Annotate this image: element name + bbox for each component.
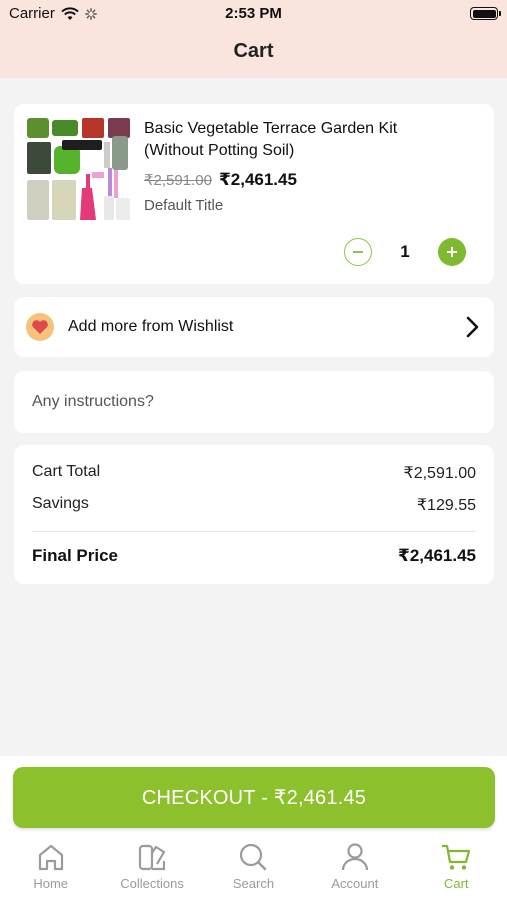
savings-row: Savings ₹129.55: [32, 495, 476, 515]
collections-icon: [138, 844, 166, 871]
original-price: ₹2,591.00: [144, 172, 212, 189]
summary-divider: [32, 531, 476, 532]
final-price-row: Final Price ₹2,461.45: [32, 546, 476, 566]
checkout-button[interactable]: CHECKOUT - ₹2,461.45: [13, 767, 495, 828]
current-price: ₹2,461.45: [218, 170, 297, 189]
cart-icon: [442, 844, 471, 870]
add-from-wishlist-row[interactable]: Add more from Wishlist: [14, 297, 494, 357]
battery-icon: [470, 7, 501, 20]
tab-collections[interactable]: Collections: [101, 840, 202, 900]
tab-cart-label: Cart: [443, 876, 469, 891]
heart-icon: [26, 313, 54, 341]
cart-total-value: ₹2,591.00: [403, 465, 476, 482]
savings-label: Savings: [32, 495, 89, 512]
chevron-right-icon: [466, 316, 479, 338]
wishlist-label: Add more from Wishlist: [68, 318, 234, 335]
home-icon: [38, 844, 63, 871]
product-name[interactable]: Basic Vegetable Terrace Garden Kit (With…: [144, 118, 444, 162]
quantity-value: 1: [400, 242, 410, 261]
tab-cart[interactable]: Cart: [406, 840, 507, 900]
decrease-quantity-button[interactable]: [344, 238, 372, 266]
tab-account-label: Account: [331, 876, 379, 891]
tab-search-label: Search: [232, 876, 275, 891]
status-bar: Carrier 2:53 PM: [0, 4, 507, 24]
product-thumbnail[interactable]: [26, 116, 132, 222]
tab-account[interactable]: Account: [304, 840, 405, 900]
search-icon: [240, 843, 267, 871]
final-price-value: ₹2,461.45: [397, 546, 476, 565]
cart-total-label: Cart Total: [32, 463, 101, 480]
minus-icon: [353, 251, 363, 253]
tab-search[interactable]: Search: [203, 840, 304, 900]
tab-home[interactable]: Home: [0, 840, 101, 900]
cart-total-row: Cart Total ₹2,591.00: [32, 463, 476, 483]
savings-value: ₹129.55: [416, 497, 476, 514]
status-time: 2:53 PM: [225, 5, 282, 22]
price-group: ₹2,591.00 ₹2,461.45: [144, 170, 297, 190]
final-price-label: Final Price: [32, 546, 118, 565]
increase-quantity-button[interactable]: [438, 238, 466, 266]
tab-home-label: Home: [33, 876, 69, 891]
quantity-stepper: 1: [344, 238, 466, 266]
cart-item-card: Basic Vegetable Terrace Garden Kit (With…: [14, 104, 494, 284]
order-summary-card: Cart Total ₹2,591.00 Savings ₹129.55 Fin…: [14, 445, 494, 584]
variant-label: Default Title: [144, 197, 224, 214]
account-icon: [341, 843, 368, 871]
tab-bar: Home Collections Search Account Cart: [0, 840, 507, 900]
header-bar: Carrier 2:53 PM Cart: [0, 0, 507, 78]
plus-icon: [447, 247, 457, 257]
instructions-card: [14, 371, 494, 433]
tab-collections-label: Collections: [120, 876, 184, 891]
instructions-input[interactable]: [14, 371, 494, 433]
page-title: Cart: [233, 40, 274, 62]
